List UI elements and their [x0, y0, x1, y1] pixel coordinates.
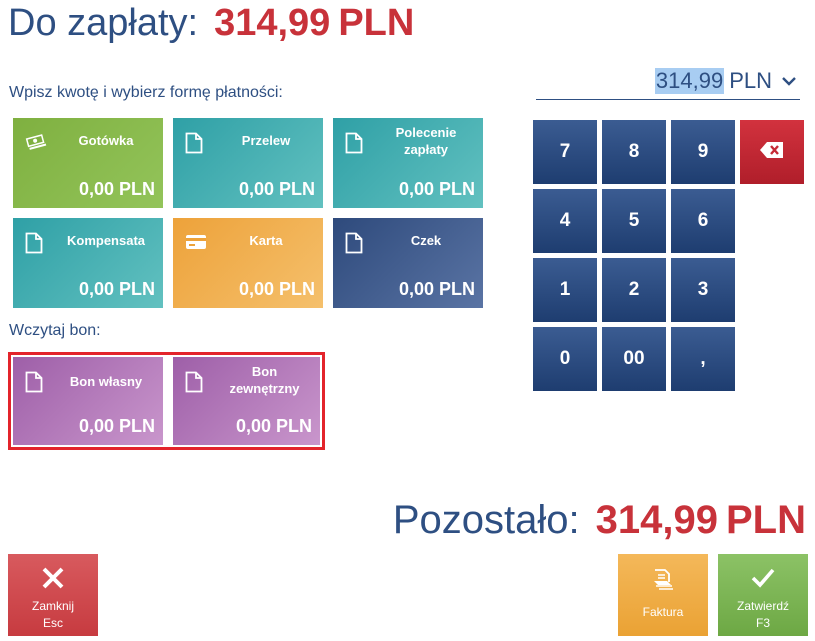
keypad-key-00[interactable]: 00 [602, 327, 666, 391]
payment-tile-name: Gotówka [78, 133, 134, 148]
remaining-summary: Pozostało: 314,99 PLN [393, 498, 806, 543]
keypad-key-2[interactable]: 2 [602, 258, 666, 322]
confirm-button-label: Zatwierdź [736, 599, 789, 613]
remaining-currency: PLN [726, 498, 806, 542]
document-icon [185, 132, 205, 154]
document-icon [345, 132, 365, 154]
payment-tile-name: Kompensata [66, 233, 146, 248]
backspace-button[interactable] [740, 120, 804, 184]
close-icon [8, 566, 98, 592]
keypad-key-9[interactable]: 9 [671, 120, 735, 184]
keypad-key-comma[interactable]: , [671, 327, 735, 391]
chevron-down-icon[interactable] [782, 74, 796, 88]
payment-tile-value: 0,00 PLN [78, 179, 155, 199]
document-icon [25, 371, 45, 393]
payment-tile-value: 0,00 PLN [398, 279, 475, 299]
close-button-shortcut: Esc [42, 616, 63, 630]
voucher-tile-own[interactable]: Bon własny 0,00 PLN [13, 357, 163, 445]
payment-tile-value: 0,00 PLN [238, 279, 315, 299]
voucher-tile-value: 0,00 PLN [78, 416, 155, 436]
keypad-key-6[interactable]: 6 [671, 189, 735, 253]
remaining-label: Pozostało: [392, 498, 580, 542]
document-icon [25, 232, 45, 254]
close-button-label: Zamknij [31, 599, 74, 613]
confirm-button-shortcut: F3 [755, 616, 770, 630]
payment-tile-name: Czek [410, 233, 442, 248]
voucher-tile-value: 0,00 PLN [235, 416, 312, 436]
payment-tile-value: 0,00 PLN [78, 279, 155, 299]
document-icon [345, 232, 365, 254]
payment-tile-card[interactable]: Karta 0,00 PLN [173, 218, 323, 308]
remaining-value: 314,99 [595, 498, 718, 542]
payment-tile-value: 0,00 PLN [398, 179, 475, 199]
amount-input-value[interactable]: 314,99 [654, 67, 725, 94]
checkmark-icon [718, 566, 808, 592]
invoice-button-label: Faktura [642, 605, 684, 619]
payment-tile-value: 0,00 PLN [238, 179, 315, 199]
document-icon [185, 371, 205, 393]
voucher-tile-external[interactable]: Bon zewnętrzny 0,00 PLN [173, 357, 320, 445]
keypad-key-7[interactable]: 7 [533, 120, 597, 184]
amount-due-value: 314,99 [214, 2, 331, 44]
keypad-key-3[interactable]: 3 [671, 258, 735, 322]
keypad-key-0[interactable]: 0 [533, 327, 597, 391]
payment-tile-compensation[interactable]: Kompensata 0,00 PLN [13, 218, 163, 308]
payment-tile-name: Przelew [241, 133, 291, 148]
payment-tile-name: Polecenie zapłaty [395, 125, 457, 157]
amount-due-label: Do zapłaty: [8, 2, 199, 44]
close-button[interactable]: Zamknij Esc [8, 554, 98, 636]
currency-select[interactable]: PLN [729, 68, 772, 94]
keypad-key-5[interactable]: 5 [602, 189, 666, 253]
invoice-button[interactable]: Faktura [618, 554, 708, 636]
invoice-icon [618, 568, 708, 594]
keypad-key-4[interactable]: 4 [533, 189, 597, 253]
payment-tile-cheque[interactable]: Czek 0,00 PLN [333, 218, 483, 308]
amount-input[interactable]: 314,99 PLN [536, 62, 800, 100]
payment-tile-transfer[interactable]: Przelew 0,00 PLN [173, 118, 323, 208]
keypad-key-8[interactable]: 8 [602, 120, 666, 184]
amount-due-header: Do zapłaty: 314,99 PLN [8, 2, 414, 45]
payment-tile-direct-debit[interactable]: Polecenie zapłaty 0,00 PLN [333, 118, 483, 208]
voucher-label: Wczytaj bon: [9, 322, 101, 339]
backspace-icon [759, 141, 785, 164]
keypad-key-1[interactable]: 1 [533, 258, 597, 322]
payment-tile-cash[interactable]: Gotówka 0,00 PLN [13, 118, 163, 208]
voucher-tile-name: Bon zewnętrzny [229, 364, 300, 396]
confirm-button[interactable]: Zatwierdź F3 [718, 554, 808, 636]
card-icon [185, 232, 206, 252]
voucher-tile-name: Bon własny [69, 374, 143, 389]
cash-icon [25, 132, 47, 152]
payment-tile-name: Karta [249, 233, 283, 248]
instructions-label: Wpisz kwotę i wybierz formę płatności: [9, 84, 283, 101]
amount-due-currency: PLN [338, 2, 415, 44]
